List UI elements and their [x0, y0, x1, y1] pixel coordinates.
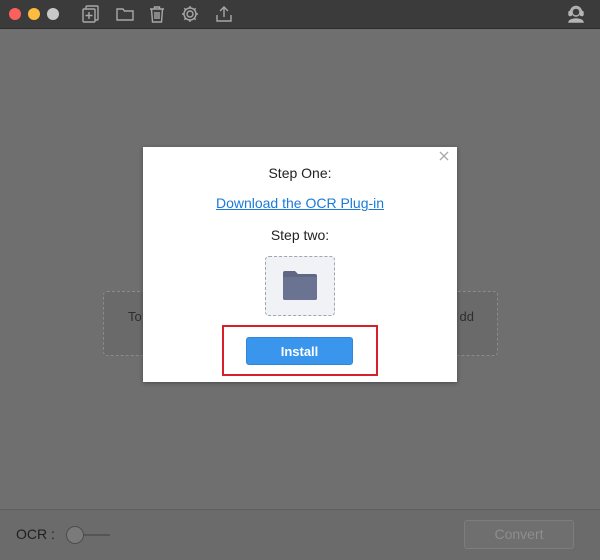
settings-gear-icon[interactable]: [180, 4, 200, 24]
title-bar: [0, 0, 600, 29]
folder-icon[interactable]: [115, 4, 135, 24]
drop-zone-text-right: dd: [459, 309, 474, 324]
window-maximize-button[interactable]: [47, 8, 59, 20]
ocr-toggle[interactable]: [66, 526, 110, 544]
upload-icon[interactable]: [214, 4, 234, 24]
support-agent-icon[interactable]: [566, 4, 586, 24]
ocr-toggle-knob[interactable]: [66, 526, 84, 544]
ocr-plugin-dialog: Step One: Download the OCR Plug-in Step …: [143, 147, 457, 382]
step-two-label: Step two:: [270, 227, 330, 243]
window-minimize-button[interactable]: [28, 8, 40, 20]
step-one-label: Step One:: [268, 165, 332, 181]
window-close-button[interactable]: [9, 8, 21, 20]
add-file-icon[interactable]: [81, 4, 101, 24]
trash-icon[interactable]: [147, 4, 167, 24]
install-button[interactable]: Install: [246, 337, 353, 365]
drop-zone-text-left: To: [128, 309, 142, 324]
plugin-folder-picker[interactable]: [265, 256, 335, 316]
folder-icon: [283, 271, 317, 300]
download-ocr-plugin-link[interactable]: Download the OCR Plug-in: [143, 195, 457, 211]
ocr-label: OCR :: [16, 526, 55, 542]
convert-button[interactable]: Convert: [464, 520, 574, 549]
bottom-bar: OCR : Convert: [0, 509, 600, 560]
close-icon[interactable]: [437, 149, 451, 163]
